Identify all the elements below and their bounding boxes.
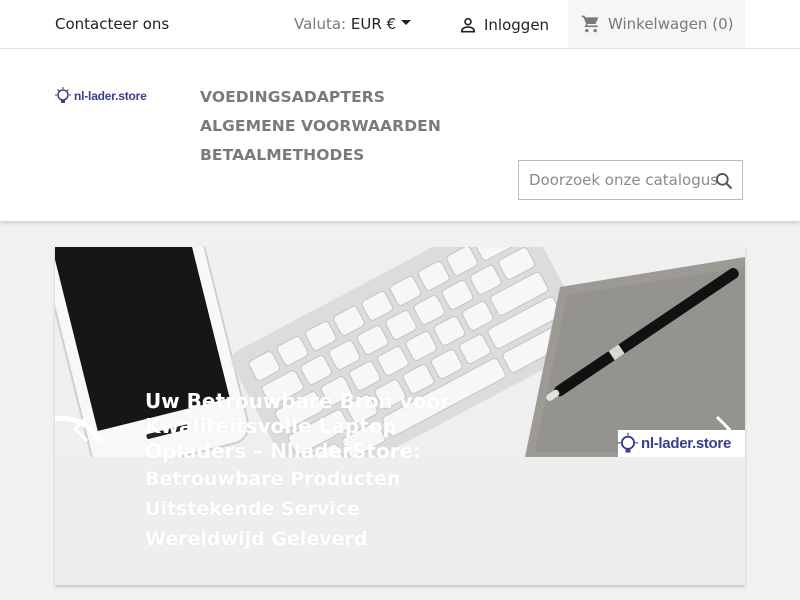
watermark-text: nl-lader.store bbox=[641, 435, 731, 452]
person-icon bbox=[460, 17, 476, 33]
header: nl-lader.store VOEDINGSADAPTERSALGEMENE … bbox=[0, 49, 800, 221]
cart-count: (0) bbox=[712, 15, 734, 33]
contact-link[interactable]: Contacteer ons bbox=[55, 15, 169, 33]
lightbulb-logo-icon bbox=[55, 87, 71, 103]
chevron-left-icon[interactable] bbox=[71, 414, 91, 448]
currency-label: Valuta: bbox=[294, 15, 347, 33]
slide-title: Uw Betrouwbare Bron voor Kwaliteitsvolle… bbox=[145, 389, 450, 463]
search-box bbox=[518, 160, 743, 200]
main-nav: VOEDINGSADAPTERSALGEMENE VOORWAARDENBETA… bbox=[200, 83, 640, 170]
login-link[interactable]: Inloggen bbox=[458, 15, 549, 35]
slide-caption: Uw Betrouwbare Bron voor Kwaliteitsvolle… bbox=[145, 389, 465, 554]
store-logo[interactable]: nl-lader.store bbox=[55, 87, 147, 105]
slide-line: Betrouwbare Producten bbox=[145, 468, 401, 490]
lightbulb-logo-icon bbox=[618, 432, 638, 453]
login-label: Inloggen bbox=[484, 16, 550, 34]
slide-line: Wereldwijd Geleverd bbox=[145, 528, 368, 550]
nav-item-betaalmethodes[interactable]: BETAALMETHODES bbox=[200, 141, 364, 170]
cart-button[interactable]: Winkelwagen (0) bbox=[568, 0, 745, 48]
hero-slider: Uw Betrouwbare Bron voor Kwaliteitsvolle… bbox=[55, 247, 745, 585]
cart-label: Winkelwagen bbox=[608, 15, 708, 33]
logo-text: nl-lader.store bbox=[74, 89, 147, 103]
top-bar: Contacteer ons Valuta: EUR € Inloggen Wi… bbox=[0, 0, 800, 49]
nav-item-voedingsadapters[interactable]: VOEDINGSADAPTERS bbox=[200, 83, 385, 112]
slide-line: Uitstekende Service bbox=[145, 498, 360, 520]
cart-icon bbox=[581, 15, 599, 33]
currency-selector[interactable]: Valuta: EUR € bbox=[294, 15, 412, 33]
currency-value: EUR € bbox=[350, 15, 397, 33]
slide-watermark: nl-lader.store bbox=[618, 430, 745, 457]
caret-down-icon bbox=[401, 20, 412, 25]
search-icon[interactable] bbox=[714, 171, 734, 191]
search-input[interactable] bbox=[519, 161, 719, 199]
nav-item-algemene-voorwaarden[interactable]: ALGEMENE VOORWAARDEN bbox=[200, 112, 441, 141]
